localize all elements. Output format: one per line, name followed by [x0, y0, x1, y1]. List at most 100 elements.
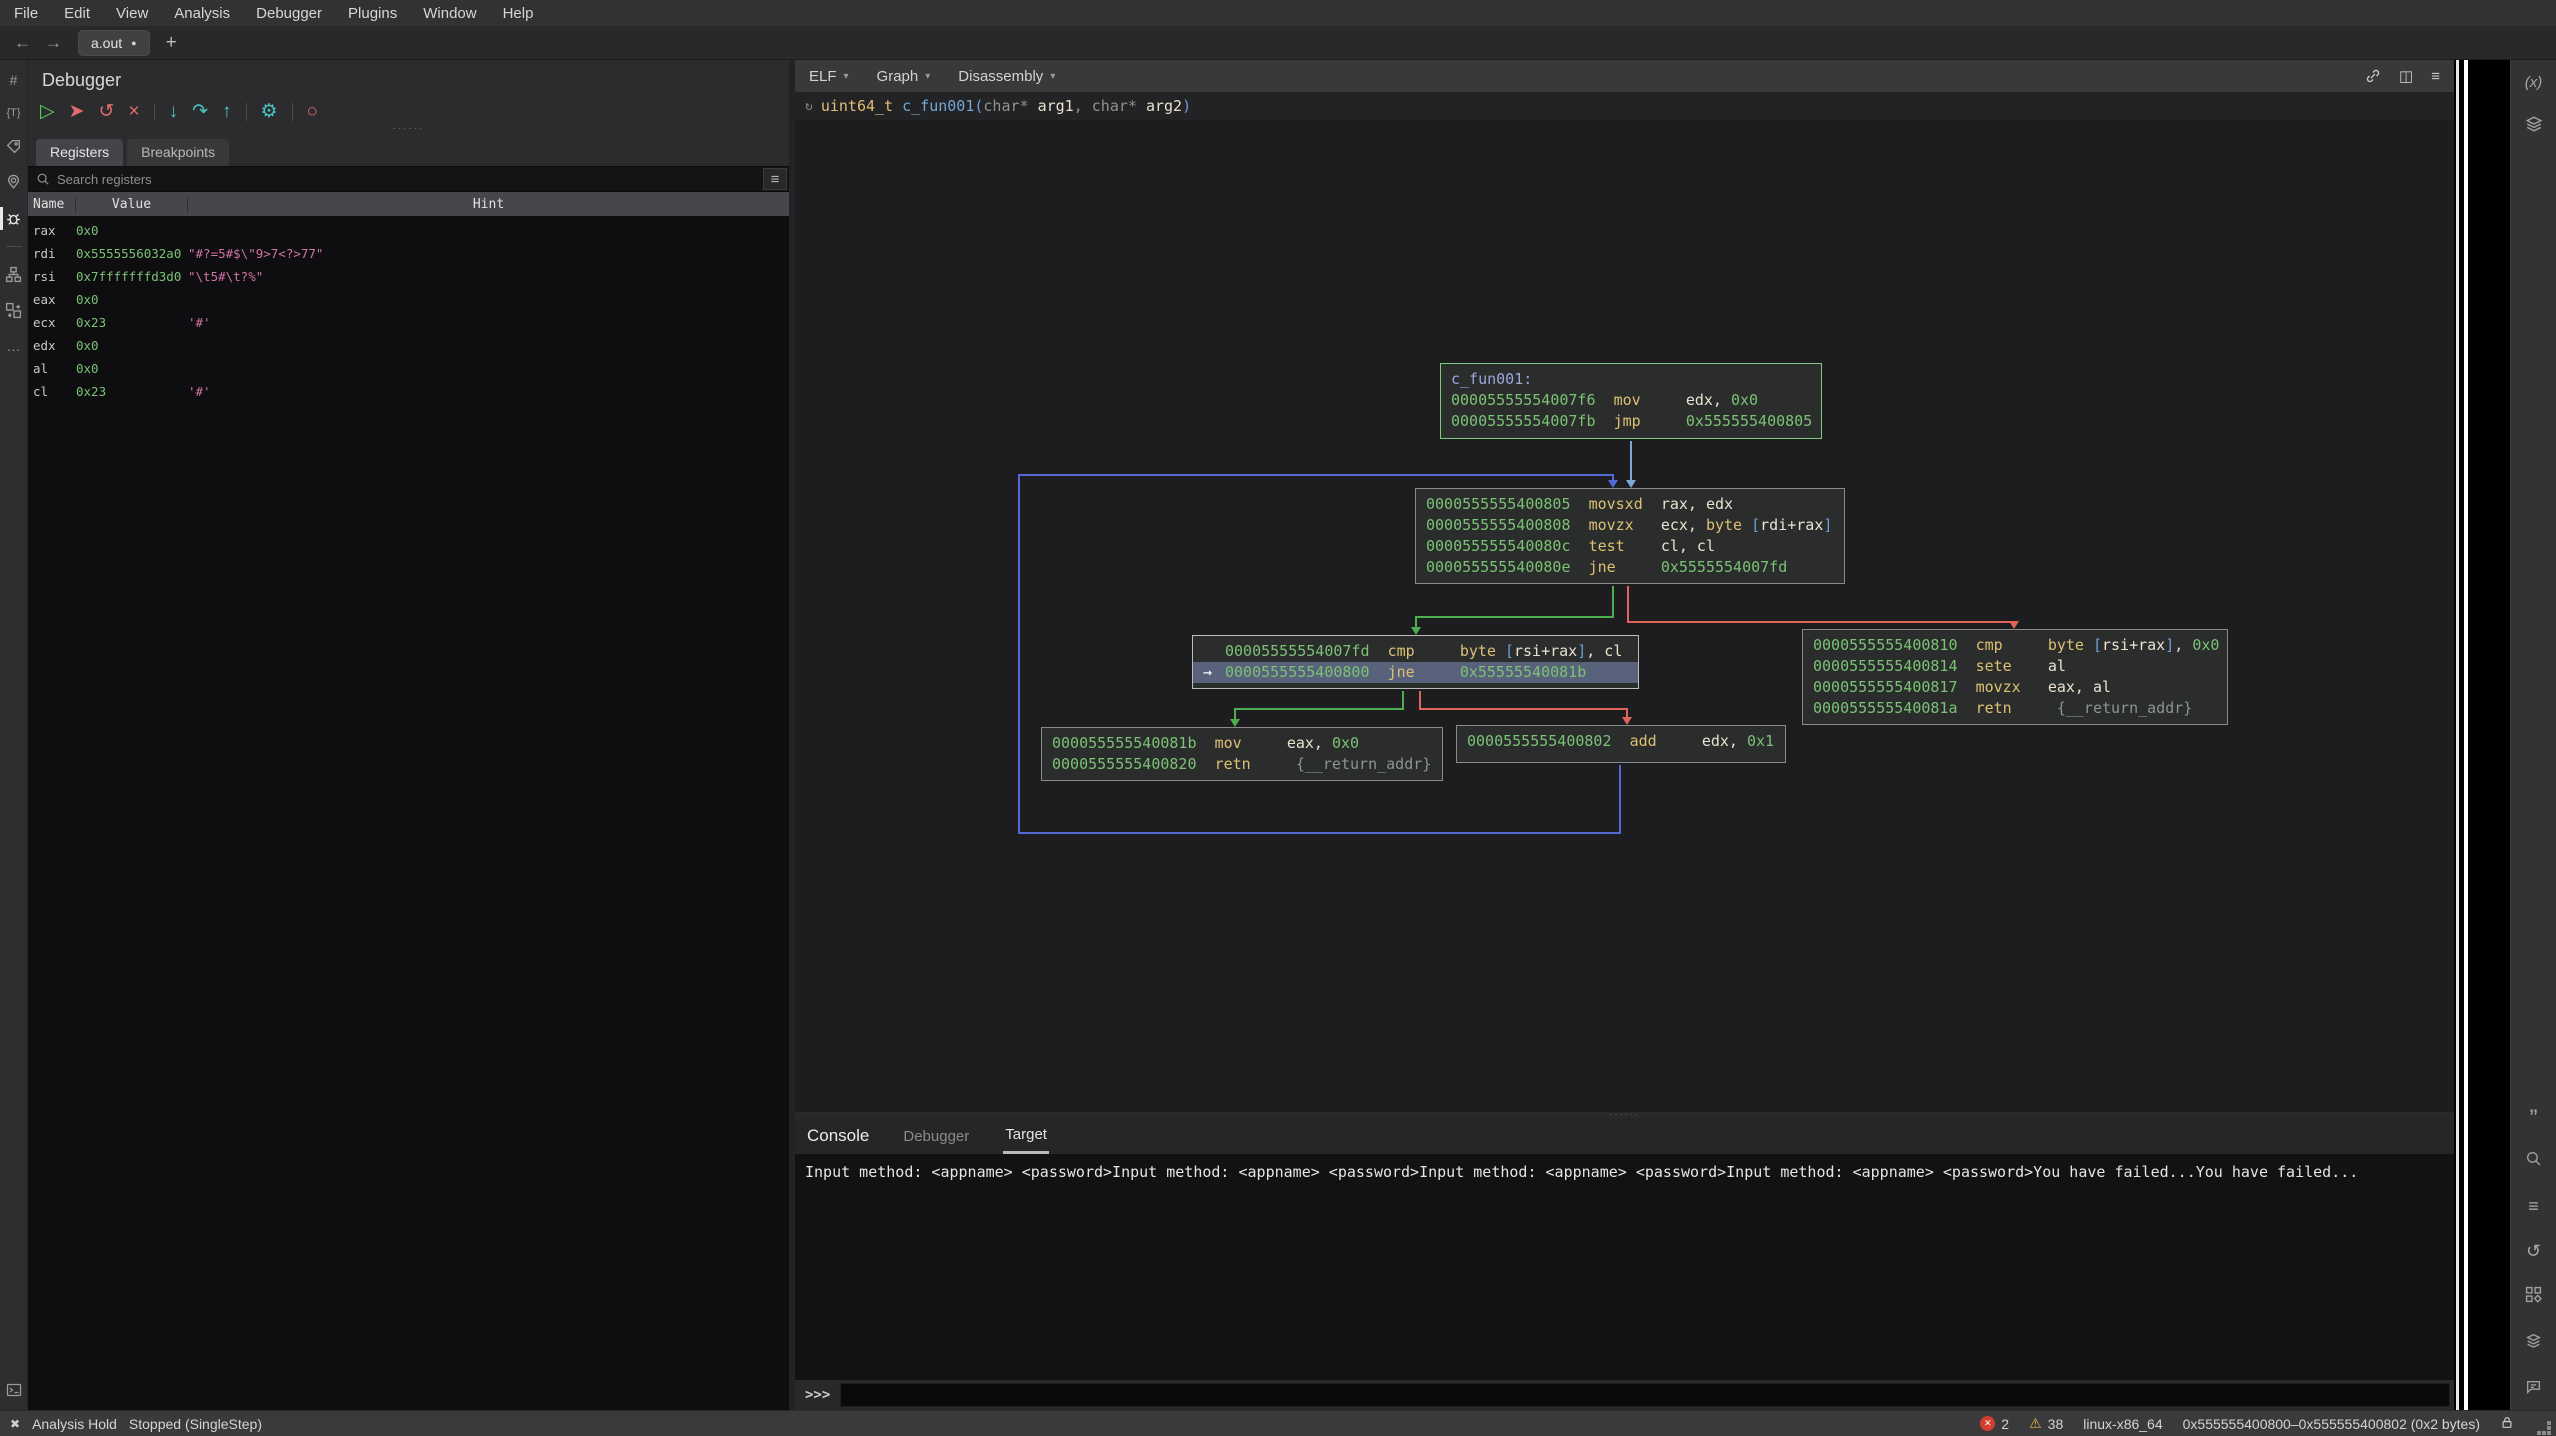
stack-layers-icon[interactable] [2525, 115, 2543, 138]
register-row-edx[interactable]: edx0x0 [28, 334, 789, 357]
instruction-line[interactable]: 00005555554007f6 mov edx, 0x0 [1451, 390, 1811, 411]
instruction-line[interactable]: 00005555554007fb jmp 0x555555400805 [1451, 411, 1811, 432]
column-name[interactable]: Name [28, 197, 76, 212]
attach-icon[interactable]: ➤ [69, 101, 85, 123]
settings-icon[interactable]: ⚙ [261, 101, 278, 123]
menu-window[interactable]: Window [423, 5, 476, 22]
tab-breakpoints[interactable]: Breakpoints [127, 139, 229, 166]
breakpoint-icon[interactable]: ○ [307, 101, 318, 123]
panel-drag-handle[interactable]: ······ [28, 125, 789, 137]
forward-arrow-icon[interactable]: → [45, 33, 62, 53]
kill-icon[interactable]: × [128, 101, 139, 123]
menu-plugins[interactable]: Plugins [348, 5, 397, 22]
register-row-al[interactable]: al0x0 [28, 357, 789, 380]
view-menu-icon[interactable]: ≡ [2431, 68, 2440, 85]
graph-canvas[interactable]: c_fun001:00005555554007f6 mov edx, 0x000… [795, 120, 2454, 1112]
layout-dropdown[interactable]: Graph▾ [877, 68, 931, 85]
basic-block-0000555555400802[interactable]: 0000555555400802 add edx, 0x1 [1456, 725, 1786, 763]
instruction-line[interactable]: 000055555540080c test cl, cl [1426, 536, 1834, 557]
menu-help[interactable]: Help [503, 5, 534, 22]
components-icon[interactable] [2525, 1286, 2542, 1308]
restart-icon[interactable]: ↺ [99, 101, 115, 123]
feature-map[interactable] [2454, 60, 2510, 1410]
split-view-icon[interactable]: ◫ [2399, 67, 2413, 85]
debugger-bug-icon[interactable] [0, 210, 27, 227]
instruction-line[interactable]: 000055555540081a retn {__return_addr} [1813, 698, 2217, 719]
back-arrow-icon[interactable]: ← [14, 33, 31, 53]
layers-icon[interactable] [2525, 1332, 2542, 1354]
transform-icon[interactable] [0, 302, 27, 319]
menu-debugger[interactable]: Debugger [256, 5, 322, 22]
tag-list-icon[interactable] [2525, 1378, 2542, 1400]
il-dropdown[interactable]: Disassembly▾ [958, 68, 1055, 85]
basic-block-000055555540081b[interactable]: 000055555540081b mov eax, 0x000005555554… [1041, 727, 1443, 781]
lock-icon[interactable] [2500, 1415, 2514, 1433]
register-row-rsi[interactable]: rsi0x7fffffffd3d0"\t5#\t?%" [28, 265, 789, 288]
analysis-hold-icon[interactable]: ✖ [10, 1417, 20, 1431]
tab-target-console[interactable]: Target [1003, 1118, 1049, 1154]
run-icon[interactable]: ▷ [40, 101, 55, 123]
basic-block-00005555554007f6[interactable]: c_fun001:00005555554007f6 mov edx, 0x000… [1440, 363, 1822, 439]
instruction-line[interactable]: 0000555555400802 add edx, 0x1 [1467, 731, 1775, 752]
find-icon[interactable] [2525, 1150, 2542, 1172]
console-input[interactable] [840, 1383, 2450, 1407]
instruction-line[interactable]: 0000555555400820 retn {__return_addr} [1052, 754, 1432, 775]
register-row-eax[interactable]: eax0x0 [28, 288, 789, 311]
xrefs-icon[interactable]: # [0, 72, 27, 88]
step-into-icon[interactable]: ↓ [169, 101, 179, 123]
toolbar-separator [154, 103, 155, 121]
variables-icon[interactable]: (x) [2525, 74, 2543, 91]
collapse-icon[interactable]: ↻ [805, 99, 813, 114]
warning-count-badge[interactable]: ⚠ 38 [2029, 1415, 2063, 1432]
tags-icon[interactable] [0, 138, 27, 155]
register-row-rax[interactable]: rax0x0 [28, 219, 789, 242]
basic-block-0000555555400810[interactable]: 0000555555400810 cmp byte [rsi+rax], 0x0… [1802, 629, 2228, 725]
log-icon[interactable]: ≡ [2528, 1196, 2539, 1217]
register-row-ecx[interactable]: ecx0x23'#' [28, 311, 789, 334]
menu-edit[interactable]: Edit [64, 5, 90, 22]
basic-block-0000555555400805[interactable]: 0000555555400805 movsxd rax, edx00005555… [1415, 488, 1845, 584]
function-signature[interactable]: uint64_t c_fun001(char* arg1, char* arg2… [821, 97, 1191, 115]
column-value[interactable]: Value [76, 197, 188, 212]
console-output[interactable]: Input method: <appname> <password>Input … [795, 1154, 2454, 1380]
search-registers-input[interactable] [57, 172, 756, 187]
instruction-line[interactable]: 0000555555400814 sete al [1813, 656, 2217, 677]
basic-block-00005555554007fd[interactable]: 00005555554007fd cmp byte [rsi+rax], cl→… [1192, 635, 1639, 689]
strings-icon[interactable]: ” [2530, 1112, 2538, 1126]
document-tab-label: a.out [91, 35, 122, 51]
current-instruction-line[interactable]: →0000555555400800 jne 0x55555540081b [1193, 662, 1638, 683]
instruction-line[interactable]: 0000555555400805 movsxd rax, edx [1426, 494, 1834, 515]
memory-map-pin-icon[interactable] [0, 174, 27, 191]
tab-registers[interactable]: Registers [36, 139, 123, 166]
analysis-hold-label[interactable]: Analysis Hold [32, 1416, 117, 1432]
step-over-icon[interactable]: ↷ [192, 101, 208, 123]
menu-file[interactable]: File [14, 5, 38, 22]
step-return-icon[interactable]: ↑ [222, 101, 232, 123]
link-views-icon[interactable] [2365, 68, 2381, 84]
new-tab-button[interactable]: + [166, 32, 177, 54]
register-row-cl[interactable]: cl0x23'#' [28, 380, 789, 403]
menu-analysis[interactable]: Analysis [174, 5, 230, 22]
types-icon[interactable]: {T} [0, 107, 27, 119]
tab-debugger-console[interactable]: Debugger [901, 1120, 971, 1153]
document-tab[interactable]: a.out ● [78, 30, 150, 56]
register-row-rdi[interactable]: rdi0x5555556032a0"#?=5#$\"9>7<?>77" [28, 242, 789, 265]
platform-label: linux-x86_64 [2083, 1416, 2162, 1432]
instruction-line[interactable]: 000055555540081b mov eax, 0x0 [1052, 733, 1432, 754]
menu-view[interactable]: View [116, 5, 148, 22]
instruction-line[interactable]: 00005555554007fd cmp byte [rsi+rax], cl [1203, 641, 1628, 662]
column-hint[interactable]: Hint [188, 197, 789, 212]
instruction-line[interactable]: 0000555555400810 cmp byte [rsi+rax], 0x0 [1813, 635, 2217, 656]
resize-grip[interactable] [2534, 1418, 2546, 1430]
terminal-panel-icon[interactable] [0, 1382, 27, 1398]
more-panels-icon[interactable]: … [0, 338, 27, 354]
instruction-line[interactable]: 000055555540080e jne 0x5555554007fd [1426, 557, 1834, 578]
error-count-badge[interactable]: ✕ 2 [1980, 1416, 2009, 1432]
instruction-line[interactable]: 0000555555400817 movzx eax, al [1813, 677, 2217, 698]
mini-graph-icon[interactable] [0, 266, 27, 283]
view-type-dropdown[interactable]: ELF▾ [809, 68, 849, 85]
instruction-line[interactable]: 0000555555400808 movzx ecx, byte [rdi+ra… [1426, 515, 1834, 536]
search-options-menu-icon[interactable]: ≡ [763, 168, 787, 190]
history-icon[interactable]: ↺ [2526, 1241, 2541, 1262]
selection-range-label: 0x555555400800–0x555555400802 (0x2 bytes… [2183, 1416, 2480, 1432]
